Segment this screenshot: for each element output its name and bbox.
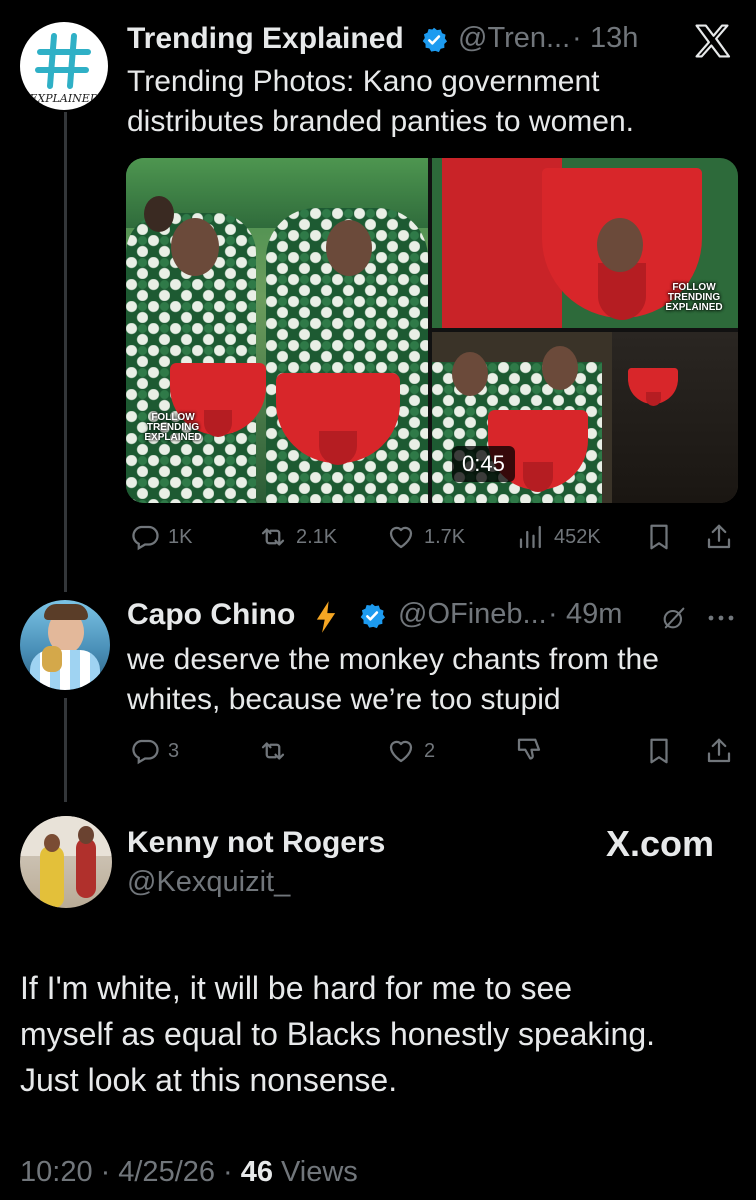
trending-explained-avatar[interactable]: EXPLAINED <box>20 22 108 110</box>
retweet-icon <box>261 528 285 546</box>
like-count: 2 <box>424 739 436 762</box>
tweet-text-line: whites, because we’re too stupid <box>127 683 561 716</box>
tweet-text-line: distributes branded panties to women. <box>127 105 634 138</box>
main-tweet-text-line: Just look at this nonsense. <box>20 1062 398 1098</box>
tweet-text-line: we deserve the monkey chants from the <box>127 643 659 676</box>
thread-line <box>64 698 67 802</box>
watermark-text: FOLLOW TRENDING EXPLAINED <box>665 282 723 313</box>
photo-panty-closeup[interactable]: FOLLOW TRENDING EXPLAINED <box>432 158 738 328</box>
author-handle[interactable]: @Tren... <box>458 22 570 55</box>
thread-line <box>64 112 67 592</box>
heart-icon <box>389 526 413 549</box>
main-tweet-text-line: myself as equal to Blacks honestly speak… <box>20 1016 655 1052</box>
reply-count: 3 <box>168 739 180 762</box>
heart-icon <box>389 740 413 763</box>
tweet-text-line: Trending Photos: Kano government <box>127 65 600 98</box>
like-button[interactable]: 1.7K <box>386 522 465 552</box>
share-icon[interactable] <box>704 522 734 552</box>
verified-badge-icon <box>422 27 448 53</box>
post-date[interactable]: 4/25/26 <box>118 1156 215 1189</box>
grok-icon[interactable] <box>660 604 688 632</box>
lightning-icon <box>316 601 336 633</box>
retweet-count: 2.1K <box>296 525 338 548</box>
like-button[interactable]: 2 <box>386 736 435 766</box>
avatar-label: EXPLAINED <box>28 92 99 105</box>
dot-separator: · <box>548 598 558 630</box>
dot-separator: · <box>572 22 582 54</box>
kenny-not-rogers-avatar[interactable] <box>20 816 112 908</box>
like-count: 1.7K <box>424 525 466 548</box>
author-handle[interactable]: @OFineb... <box>398 598 547 631</box>
dot-separator: · <box>223 1156 233 1188</box>
tweet-time[interactable]: 49m <box>566 598 622 631</box>
post-time[interactable]: 10:20 <box>20 1156 93 1189</box>
tweet-time[interactable]: 13h <box>590 22 638 55</box>
author-name[interactable]: Capo Chino <box>127 598 295 632</box>
reply-icon <box>132 525 159 551</box>
dislike-icon[interactable] <box>514 736 544 766</box>
photo-women-with-panties[interactable]: FOLLOW TRENDING EXPLAINED <box>126 158 428 503</box>
bookmark-icon[interactable] <box>644 522 674 552</box>
author-name[interactable]: Trending Explained <box>127 22 404 56</box>
retweet-button[interactable] <box>258 736 288 766</box>
views-bar-icon <box>519 525 541 549</box>
media-grid[interactable]: FOLLOW TRENDING EXPLAINED FOLLOW TRENDIN… <box>126 158 738 503</box>
share-icon[interactable] <box>704 736 734 766</box>
views-count: 46 <box>240 1156 273 1188</box>
bookmark-icon[interactable] <box>644 736 674 766</box>
retweet-button[interactable]: 2.1K <box>258 522 337 552</box>
x-com-brand[interactable]: X.com <box>606 823 714 865</box>
watermark-text: FOLLOW TRENDING EXPLAINED <box>144 412 202 443</box>
view-count: 452K <box>554 525 601 548</box>
main-tweet-text-line: If I'm white, it will be hard for me to … <box>20 970 573 1006</box>
author-handle[interactable]: @Kexquizit_ <box>127 866 290 899</box>
views-button[interactable]: 452K <box>516 522 601 552</box>
views-label: Views <box>280 1156 358 1188</box>
retweet-icon <box>261 742 285 760</box>
more-options-icon[interactable] <box>706 608 736 628</box>
hashtag-logo-icon: EXPLAINED <box>28 33 99 105</box>
reply-button[interactable]: 1K <box>130 522 192 552</box>
reply-button[interactable]: 3 <box>130 736 179 766</box>
video-duration: 0:45 <box>452 446 515 482</box>
capo-chino-avatar[interactable] <box>20 600 110 690</box>
tweet-timestamp-row: 10:20 · 4/25/26 · 46 Views <box>20 1156 358 1189</box>
reply-icon <box>132 739 159 765</box>
dot-separator: · <box>100 1156 111 1188</box>
x-logo-icon[interactable] <box>693 24 731 58</box>
reply-count: 1K <box>168 525 193 548</box>
verified-badge-icon <box>360 603 386 629</box>
author-name[interactable]: Kenny not Rogers <box>127 826 385 860</box>
